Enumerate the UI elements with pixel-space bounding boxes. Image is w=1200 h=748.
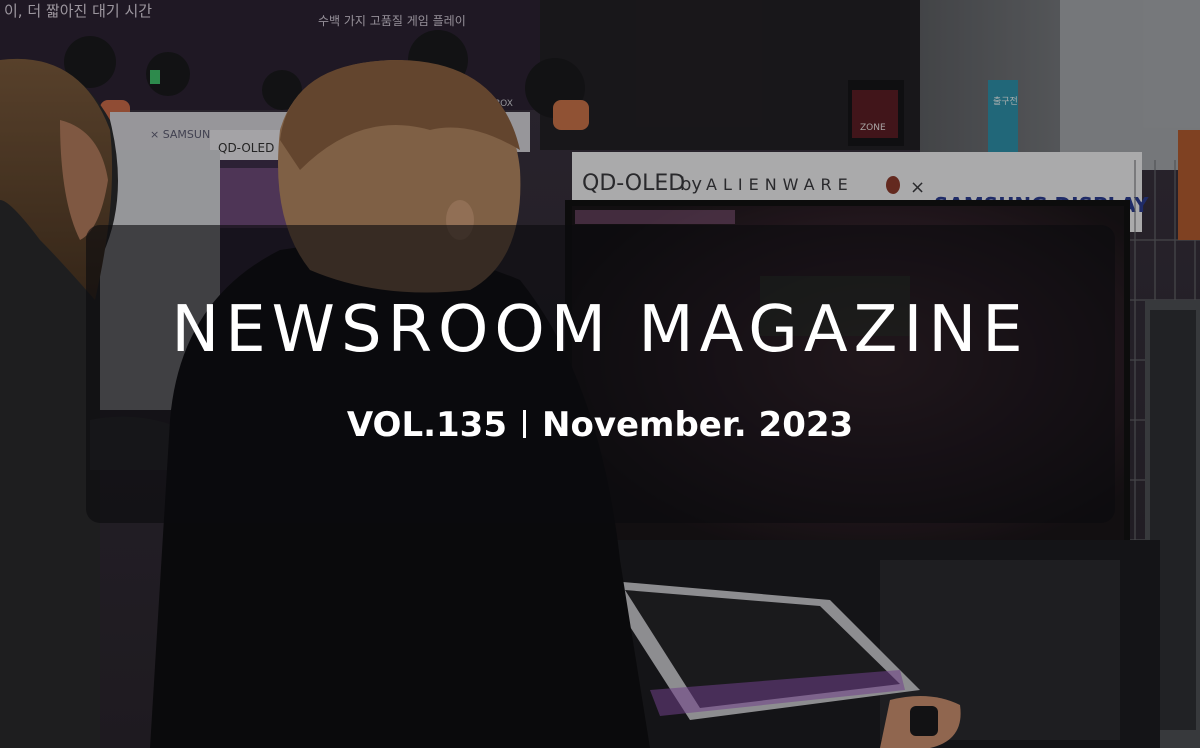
magazine-title: NEWSROOM MAGAZINE <box>171 293 1029 367</box>
separator-bar <box>523 410 526 438</box>
volume-number: VOL.135 <box>346 405 507 445</box>
issue-date: November. 2023 <box>542 405 854 445</box>
cover-scene: 이, 더 짧아진 대기 시간 수백 가지 고품질 게임 플레이 ZONE 출구전… <box>0 0 1200 748</box>
issue-line: VOL.135 November. 2023 <box>0 408 1200 442</box>
title-panel <box>86 225 1115 523</box>
